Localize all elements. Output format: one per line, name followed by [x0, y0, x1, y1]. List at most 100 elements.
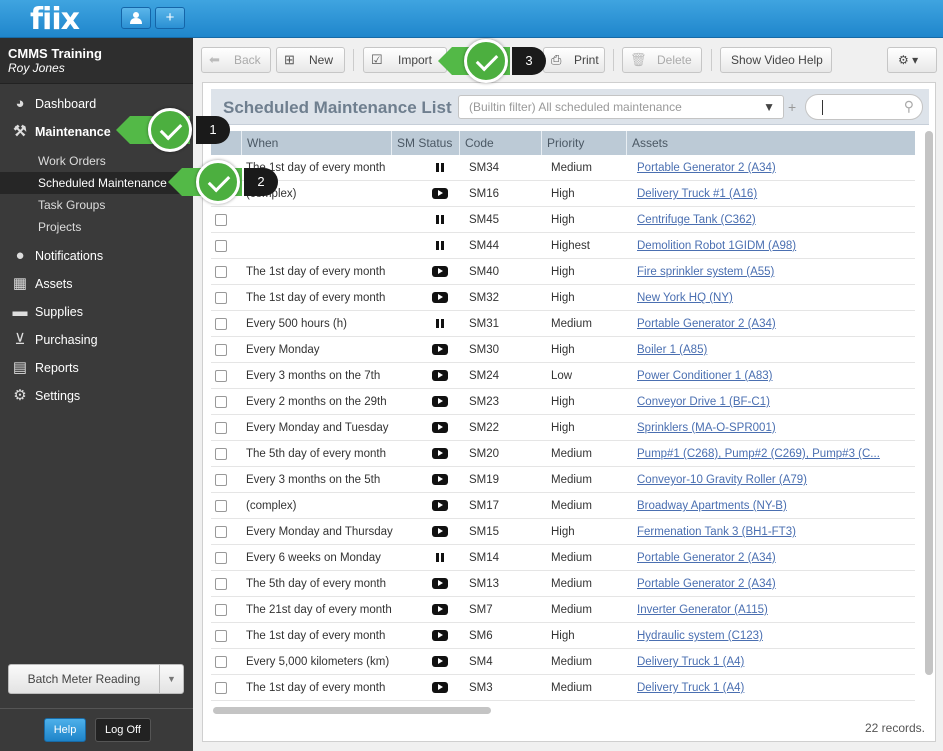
- cell-sm-status[interactable]: [429, 493, 451, 519]
- nav-reports[interactable]: ▤ Reports: [0, 354, 193, 382]
- nav-scheduled-maintenance[interactable]: Scheduled Maintenance: [0, 172, 193, 194]
- vertical-scrollbar[interactable]: [925, 131, 933, 675]
- table-row[interactable]: The 1st day of every month SM34 Medium Port…: [211, 155, 915, 181]
- table-row[interactable]: SM45 High Centrifuge Tank (C362): [211, 207, 915, 233]
- cell-sm-status[interactable]: [429, 389, 451, 415]
- row-checkbox[interactable]: [215, 240, 227, 252]
- table-row[interactable]: The 1st day of every month SM3 Medium Deliv…: [211, 675, 915, 701]
- cell-assets-link[interactable]: Delivery Truck 1 (A4): [637, 649, 912, 675]
- cell-sm-status[interactable]: [429, 337, 451, 363]
- row-checkbox[interactable]: [215, 266, 227, 278]
- col-assets[interactable]: Assets: [626, 131, 915, 155]
- row-checkbox[interactable]: [215, 370, 227, 382]
- cell-sm-status[interactable]: [429, 649, 451, 675]
- table-row[interactable]: The 21st day of every month SM7 Medium Inve…: [211, 597, 915, 623]
- row-checkbox[interactable]: [215, 474, 227, 486]
- table-row[interactable]: (complex) SM17 Medium Broadway Apartments (…: [211, 493, 915, 519]
- cell-assets-link[interactable]: Conveyor Drive 1 (BF-C1): [637, 389, 912, 415]
- add-button[interactable]: +: [155, 7, 185, 29]
- table-row[interactable]: Every Monday and Thursday SM15 High Fermena…: [211, 519, 915, 545]
- cell-sm-status[interactable]: [429, 259, 451, 285]
- nav-purchasing[interactable]: ⊻ Purchasing: [0, 326, 193, 354]
- cell-assets-link[interactable]: Delivery Truck 1 (A4): [637, 675, 912, 701]
- cell-sm-status[interactable]: [429, 519, 451, 545]
- cell-sm-status[interactable]: [429, 363, 451, 389]
- print-button[interactable]: ⎙ Print: [543, 47, 605, 73]
- cell-assets-link[interactable]: Demolition Robot 1GIDM (A98): [637, 233, 912, 259]
- cell-assets-link[interactable]: Portable Generator 2 (A34): [637, 571, 912, 597]
- row-checkbox[interactable]: [215, 604, 227, 616]
- table-row[interactable]: Every 6 weeks on Monday SM14 Medium Portabl…: [211, 545, 915, 571]
- row-checkbox[interactable]: [215, 292, 227, 304]
- table-row[interactable]: The 5th day of every month SM20 Medium Pump…: [211, 441, 915, 467]
- batch-meter-reading-button[interactable]: Batch Meter Reading ▼: [8, 664, 184, 694]
- row-checkbox[interactable]: [215, 344, 227, 356]
- row-checkbox[interactable]: [215, 630, 227, 642]
- cell-sm-status[interactable]: [429, 571, 451, 597]
- import-button[interactable]: ☑ Import: [363, 47, 447, 73]
- nav-supplies[interactable]: ▬ Supplies: [0, 298, 193, 326]
- col-code[interactable]: Code: [459, 131, 539, 155]
- table-row[interactable]: Every 500 hours (h) SM31 Medium Portable Ge…: [211, 311, 915, 337]
- cell-sm-status[interactable]: [429, 207, 451, 233]
- table-row[interactable]: The 5th day of every month SM13 Medium Port…: [211, 571, 915, 597]
- nav-projects[interactable]: Projects: [0, 216, 193, 238]
- row-checkbox[interactable]: [215, 448, 227, 460]
- cell-sm-status[interactable]: [429, 311, 451, 337]
- cell-assets-link[interactable]: Portable Generator 2 (A34): [637, 155, 912, 181]
- cell-sm-status[interactable]: [429, 441, 451, 467]
- table-row[interactable]: The 1st day of every month SM6 High Hydraul…: [211, 623, 915, 649]
- table-row[interactable]: Every Monday SM30 High Boiler 1 (A85): [211, 337, 915, 363]
- nav-task-groups[interactable]: Task Groups: [0, 194, 193, 216]
- log-off-button[interactable]: Log Off: [95, 718, 151, 742]
- filter-select[interactable]: (Builtin filter) All scheduled maintenan…: [458, 95, 784, 119]
- cell-assets-link[interactable]: Sprinklers (MA-O-SPR001): [637, 415, 912, 441]
- cell-assets-link[interactable]: Fermenation Tank 3 (BH1-FT3): [637, 519, 912, 545]
- col-when[interactable]: When: [241, 131, 391, 155]
- help-button[interactable]: Help: [44, 718, 86, 742]
- cell-sm-status[interactable]: [429, 233, 451, 259]
- cell-sm-status[interactable]: [429, 597, 451, 623]
- col-sm-status[interactable]: SM Status: [391, 131, 459, 155]
- nav-assets[interactable]: ▦ Assets: [0, 270, 193, 298]
- row-checkbox[interactable]: [215, 552, 227, 564]
- row-checkbox[interactable]: [215, 526, 227, 538]
- col-priority[interactable]: Priority: [541, 131, 626, 155]
- table-row[interactable]: Every 3 months on the 7th SM24 Low Power Co…: [211, 363, 915, 389]
- row-checkbox[interactable]: [215, 682, 227, 694]
- scroll-thumb[interactable]: [925, 131, 933, 675]
- new-button[interactable]: ⊞ New: [276, 47, 345, 73]
- cell-assets-link[interactable]: Inverter Generator (A115): [637, 597, 912, 623]
- table-row[interactable]: The 1st day of every month SM40 High Fire s…: [211, 259, 915, 285]
- table-row[interactable]: Every 2 months on the 29th SM23 High Convey…: [211, 389, 915, 415]
- cell-assets-link[interactable]: Portable Generator 2 (A34): [637, 311, 912, 337]
- cell-sm-status[interactable]: [429, 155, 451, 181]
- cell-sm-status[interactable]: [429, 181, 451, 207]
- row-checkbox[interactable]: [215, 396, 227, 408]
- nav-settings[interactable]: ⚙ Settings: [0, 382, 193, 410]
- cell-sm-status[interactable]: [429, 675, 451, 701]
- table-row[interactable]: The 1st day of every month SM32 High New Yo…: [211, 285, 915, 311]
- cell-assets-link[interactable]: Conveyor-10 Gravity Roller (A79): [637, 467, 912, 493]
- row-checkbox[interactable]: [215, 318, 227, 330]
- horizontal-scrollbar[interactable]: [213, 707, 491, 714]
- nav-work-orders[interactable]: Work Orders: [0, 150, 193, 172]
- table-row[interactable]: SM44 Highest Demolition Robot 1GIDM (A98): [211, 233, 915, 259]
- add-filter-icon[interactable]: +: [788, 95, 800, 119]
- cell-sm-status[interactable]: [429, 415, 451, 441]
- table-row[interactable]: Every Monday and Tuesday SM22 High Sprinkle…: [211, 415, 915, 441]
- cell-assets-link[interactable]: Fire sprinkler system (A55): [637, 259, 912, 285]
- back-button[interactable]: ⬅ Back: [201, 47, 271, 73]
- cell-assets-link[interactable]: New York HQ (NY): [637, 285, 912, 311]
- settings-menu-button[interactable]: ⚙ ▾: [887, 47, 937, 73]
- row-checkbox[interactable]: [215, 500, 227, 512]
- cell-assets-link[interactable]: Broadway Apartments (NY-B): [637, 493, 912, 519]
- row-checkbox[interactable]: [215, 214, 227, 226]
- row-checkbox[interactable]: [215, 578, 227, 590]
- fiix-logo[interactable]: fiix: [30, 2, 80, 37]
- cell-assets-link[interactable]: Centrifuge Tank (C362): [637, 207, 912, 233]
- search-input[interactable]: ⚲: [805, 94, 923, 120]
- cell-assets-link[interactable]: Pump#1 (C268), Pump#2 (C269), Pump#3 (C.…: [637, 441, 912, 467]
- delete-button[interactable]: 🗑 Delete: [622, 47, 702, 73]
- row-checkbox[interactable]: [215, 656, 227, 668]
